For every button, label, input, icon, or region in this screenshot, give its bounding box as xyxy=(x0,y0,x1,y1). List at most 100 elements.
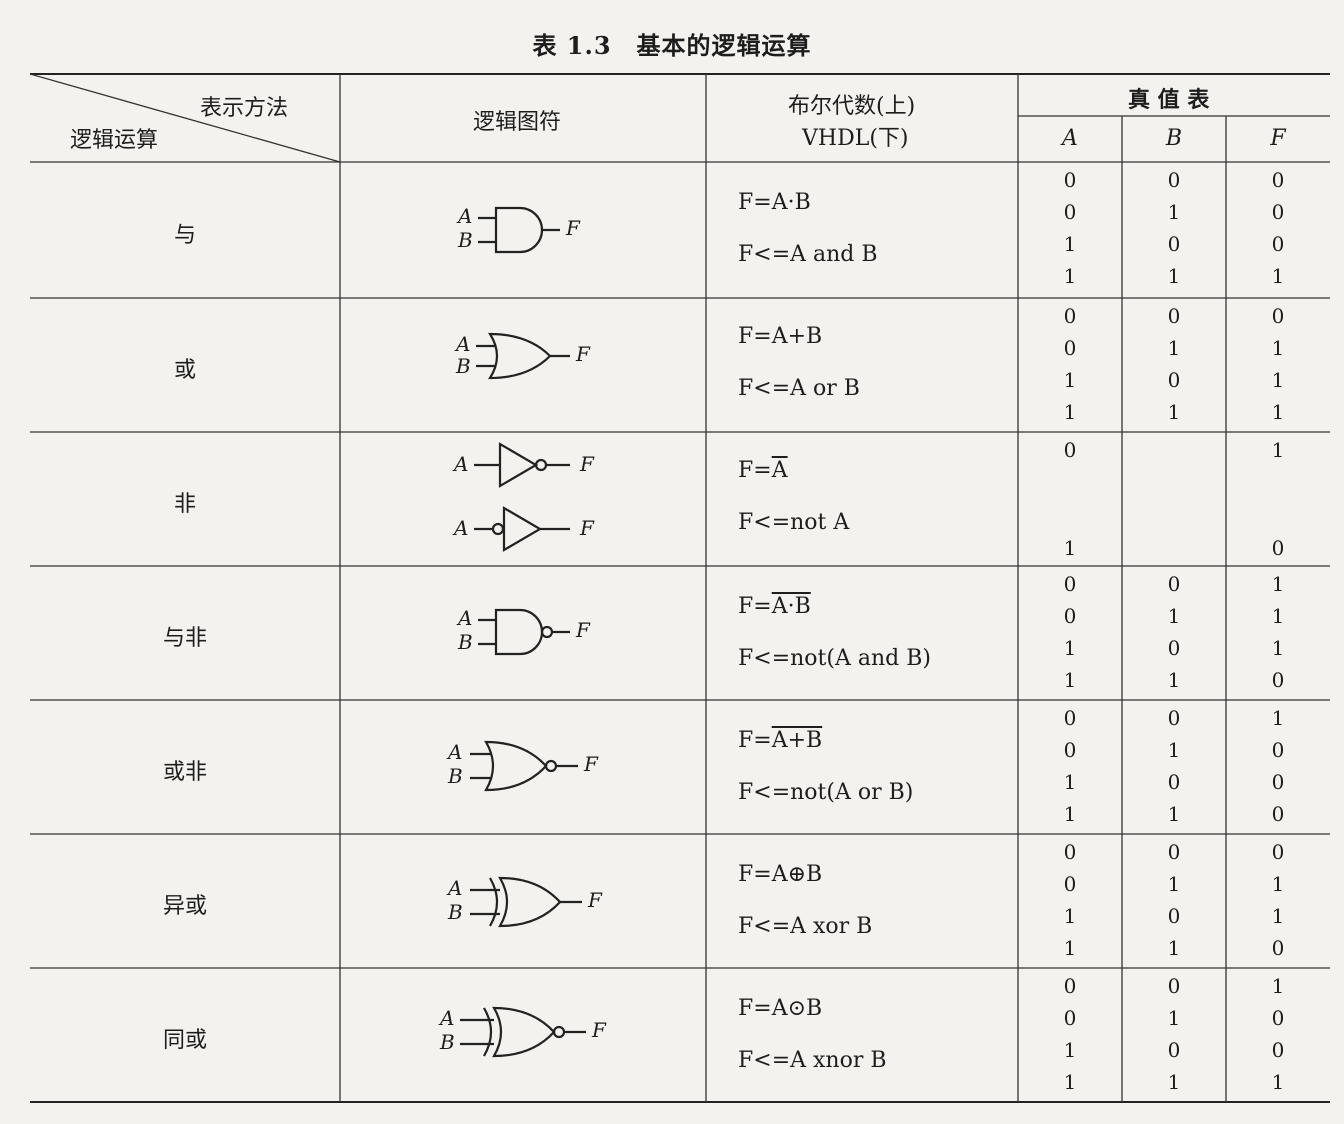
and-in-a: A xyxy=(458,204,473,228)
vhdl-not: F<=not A xyxy=(738,510,850,535)
or-out-f: F xyxy=(576,342,590,366)
truth-cell: 1 xyxy=(1063,904,1077,928)
truth-cell: 1 xyxy=(1063,264,1077,288)
nand-in-a: A xyxy=(458,606,473,630)
and-out-f: F xyxy=(566,216,580,240)
not-out-f: F xyxy=(580,452,594,476)
xnor-in-b: B xyxy=(440,1030,455,1054)
truth-cell: 0 xyxy=(1167,974,1181,998)
truth-cell: 0 xyxy=(1063,168,1077,192)
truth-cell: 1 xyxy=(1063,1070,1077,1094)
truth-cell: 1 xyxy=(1167,400,1181,424)
nor-in-a: A xyxy=(448,740,463,764)
vhdl-xor: F<=A xor B xyxy=(738,914,873,939)
truth-cell: 0 xyxy=(1271,936,1285,960)
header-vhdl: VHDL(下) xyxy=(802,126,909,151)
truth-cell: 1 xyxy=(1271,904,1285,928)
truth-cell: 0 xyxy=(1167,1038,1181,1062)
truth-cell: 1 xyxy=(1167,1006,1181,1030)
truth-cell: 0 xyxy=(1271,668,1285,692)
truth-cell: 0 xyxy=(1271,770,1285,794)
truth-cell: 0 xyxy=(1167,304,1181,328)
truth-cell: 1 xyxy=(1271,572,1285,596)
xnor-in-a: A xyxy=(440,1006,455,1030)
truth-cell: 0 xyxy=(1271,1006,1285,1030)
truth-cell: 0 xyxy=(1063,738,1077,762)
bool-or: F=A+B xyxy=(738,324,823,349)
bool-xnor: F=A⊙B xyxy=(738,996,823,1021)
op-name-and: 与 xyxy=(173,223,196,248)
vhdl-and: F<=A and B xyxy=(738,242,878,267)
truth-cell: 1 xyxy=(1167,738,1181,762)
truth-cell: 1 xyxy=(1063,668,1077,692)
xnor-out-f: F xyxy=(592,1018,606,1042)
truth-cell: 0 xyxy=(1063,974,1077,998)
truth-cell: 1 xyxy=(1167,336,1181,360)
truth-cell: 0 xyxy=(1271,738,1285,762)
header-col-f: F xyxy=(1270,126,1286,151)
truth-cell: 0 xyxy=(1167,168,1181,192)
truth-cell: 1 xyxy=(1167,802,1181,826)
nand-gate-icon xyxy=(478,608,570,656)
not-gate-input-bubble-icon xyxy=(474,506,570,552)
truth-cell: 1 xyxy=(1271,438,1285,462)
truth-cell: 0 xyxy=(1167,232,1181,256)
and-gate-icon xyxy=(478,206,560,254)
truth-cell: 0 xyxy=(1271,304,1285,328)
op-name-or: 或 xyxy=(173,358,196,383)
and-in-b: B xyxy=(458,228,473,252)
or-gate-icon xyxy=(476,332,570,380)
header-symbol: 逻辑图符 xyxy=(473,110,562,135)
truth-cell: 0 xyxy=(1167,636,1181,660)
vhdl-xnor: F<=A xnor B xyxy=(738,1048,887,1073)
truth-cell: 0 xyxy=(1271,536,1285,560)
header-col-b: B xyxy=(1165,126,1183,151)
page-title: 表 1.3 基本的逻辑运算 xyxy=(532,31,812,60)
truth-cell: 0 xyxy=(1063,706,1077,730)
truth-cell: 1 xyxy=(1271,264,1285,288)
xor-gate-icon xyxy=(470,876,582,928)
truth-cell: 1 xyxy=(1063,400,1077,424)
truth-cell: 1 xyxy=(1167,936,1181,960)
truth-cell: 1 xyxy=(1271,368,1285,392)
xor-out-f: F xyxy=(588,888,602,912)
truth-cell: 1 xyxy=(1063,936,1077,960)
truth-cell: 1 xyxy=(1063,636,1077,660)
xor-in-a: A xyxy=(448,876,463,900)
truth-cell: 0 xyxy=(1167,572,1181,596)
truth-cell: 0 xyxy=(1063,438,1077,462)
truth-cell: 1 xyxy=(1271,400,1285,424)
truth-cell: 0 xyxy=(1063,336,1077,360)
op-name-not: 非 xyxy=(173,492,196,517)
or-in-b: B xyxy=(456,354,471,378)
truth-cell: 0 xyxy=(1063,304,1077,328)
truth-cell: 1 xyxy=(1063,802,1077,826)
truth-cell: 0 xyxy=(1271,802,1285,826)
truth-cell: 0 xyxy=(1063,872,1077,896)
truth-cell: 1 xyxy=(1167,604,1181,628)
vhdl-or: F<=A or B xyxy=(738,376,860,401)
truth-cell: 0 xyxy=(1167,706,1181,730)
header-operation: 逻辑运算 xyxy=(70,128,159,153)
or-in-a: A xyxy=(456,332,471,356)
truth-cell: 1 xyxy=(1063,232,1077,256)
bool-and: F=A·B xyxy=(738,190,811,215)
header-boolean: 布尔代数(上) xyxy=(788,94,916,119)
op-name-nor: 或非 xyxy=(162,760,207,785)
truth-cell: 1 xyxy=(1271,974,1285,998)
truth-cell: 1 xyxy=(1271,604,1285,628)
truth-cell: 0 xyxy=(1063,604,1077,628)
truth-cell: 0 xyxy=(1063,200,1077,224)
truth-cell: 0 xyxy=(1271,840,1285,864)
truth-cell: 1 xyxy=(1271,636,1285,660)
truth-cell: 1 xyxy=(1167,872,1181,896)
not-gate-icon xyxy=(474,442,570,488)
truth-cell: 1 xyxy=(1167,200,1181,224)
truth-cell: 1 xyxy=(1271,336,1285,360)
not2-in-a: A xyxy=(454,516,469,540)
truth-cell: 1 xyxy=(1063,1038,1077,1062)
truth-cell: 0 xyxy=(1167,368,1181,392)
truth-cell: 1 xyxy=(1271,872,1285,896)
nand-in-b: B xyxy=(458,630,473,654)
truth-cell: 0 xyxy=(1167,840,1181,864)
